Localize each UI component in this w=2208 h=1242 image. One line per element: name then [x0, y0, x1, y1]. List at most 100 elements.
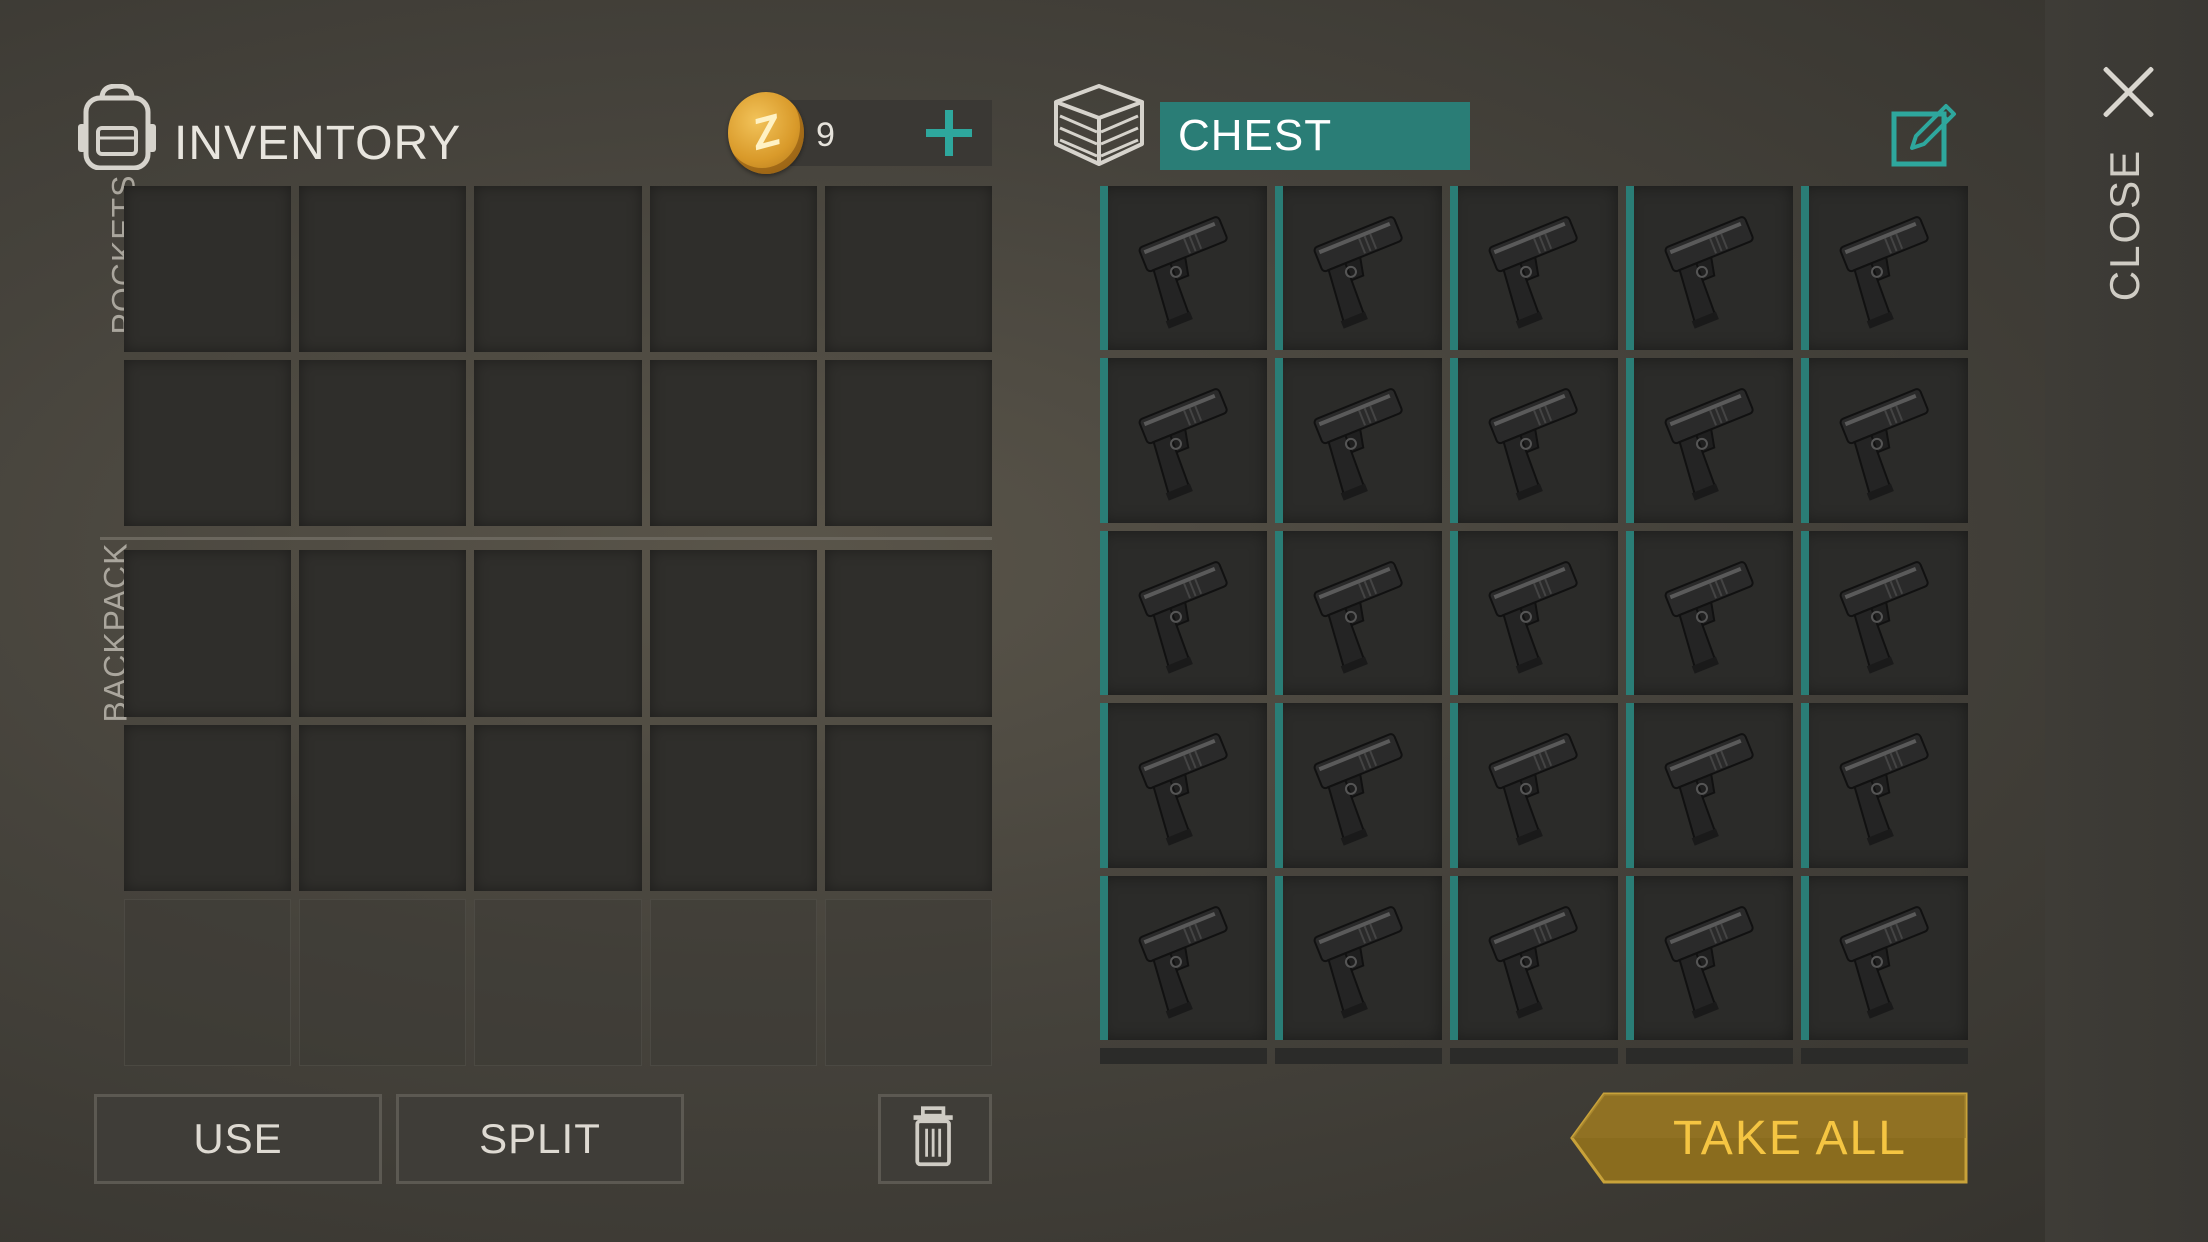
- pistol-icon: [1313, 905, 1403, 1019]
- pistol-icon: [1488, 905, 1579, 1019]
- backpack-slot[interactable]: [824, 550, 992, 717]
- chest-slot[interactable]: [1625, 530, 1793, 696]
- pistol-icon: [1138, 216, 1228, 329]
- backpack-slot-locked: [474, 899, 642, 1066]
- pocket-slot[interactable]: [124, 360, 292, 526]
- backpack-slot[interactable]: [649, 550, 817, 717]
- inventory-title: INVENTORY: [174, 117, 462, 170]
- backpack-slot[interactable]: [474, 550, 642, 717]
- chest-slot[interactable]: [1800, 875, 1968, 1041]
- section-divider: [100, 537, 992, 540]
- chest-slot[interactable]: [1625, 875, 1793, 1041]
- chest-slot[interactable]: [1100, 703, 1268, 869]
- backpack-slot[interactable]: [299, 550, 467, 717]
- pistol-icon: [1313, 216, 1403, 329]
- pistol-icon: [1488, 216, 1579, 329]
- pistol-icon: [1488, 560, 1579, 674]
- trash-icon: [913, 1106, 953, 1167]
- pocket-slot[interactable]: [649, 186, 817, 352]
- pistol-icon: [1839, 733, 1929, 846]
- chest-name-field[interactable]: CHEST: [1160, 102, 1470, 170]
- pocket-slot[interactable]: [824, 186, 992, 352]
- chest-slot[interactable]: [1275, 703, 1443, 869]
- pistol-icon: [1313, 388, 1403, 502]
- backpack-slot-locked: [649, 899, 817, 1066]
- backpack-slot[interactable]: [299, 724, 467, 892]
- chest-slot[interactable]: [1450, 186, 1618, 351]
- coin-icon: Z: [728, 92, 804, 174]
- chest-slot[interactable]: [1275, 358, 1443, 524]
- chest-slot[interactable]: [1450, 358, 1618, 524]
- pistol-icon: [1664, 733, 1754, 846]
- pocket-slot[interactable]: [124, 186, 292, 352]
- pistol-icon: [1839, 905, 1929, 1019]
- pocket-slot[interactable]: [474, 186, 642, 352]
- chest-slot[interactable]: [1800, 530, 1968, 696]
- chest-slot[interactable]: [1800, 703, 1968, 869]
- backpack-slot[interactable]: [649, 724, 817, 892]
- chest-grid-next-row: [1100, 1048, 1968, 1064]
- chest-slot[interactable]: [1450, 530, 1618, 696]
- chest-slot[interactable]: [1450, 703, 1618, 869]
- backpack-slot-locked: [124, 899, 292, 1066]
- coin-count: 9: [816, 116, 835, 154]
- chest-slot[interactable]: [1800, 186, 1968, 351]
- pistol-icon: [1313, 733, 1403, 846]
- add-coins-button[interactable]: [924, 108, 974, 158]
- chest-slot: [1275, 1048, 1443, 1064]
- crate-icon: [1054, 84, 1144, 166]
- chest-slot[interactable]: [1100, 875, 1268, 1041]
- use-button[interactable]: USE: [94, 1094, 382, 1184]
- pistol-icon: [1664, 905, 1754, 1019]
- take-all-button[interactable]: [1570, 1092, 1968, 1184]
- close-icon[interactable]: [2098, 62, 2158, 122]
- pistol-icon: [1664, 560, 1754, 674]
- backpack-slot-locked: [824, 899, 992, 1066]
- backpack-slot[interactable]: [474, 724, 642, 892]
- pistol-icon: [1138, 560, 1228, 674]
- chest-slot[interactable]: [1450, 875, 1618, 1041]
- split-button[interactable]: SPLIT: [396, 1094, 684, 1184]
- pistol-icon: [1138, 905, 1228, 1019]
- pocket-slot[interactable]: [824, 360, 992, 526]
- chest-slot: [1100, 1048, 1268, 1064]
- chest-slot: [1625, 1048, 1793, 1064]
- chest-slot[interactable]: [1625, 703, 1793, 869]
- chest-slot[interactable]: [1100, 186, 1268, 351]
- backpack-icon: [78, 84, 156, 170]
- chest-slot[interactable]: [1100, 358, 1268, 524]
- backpack-slot[interactable]: [124, 724, 292, 892]
- pistol-icon: [1488, 388, 1579, 502]
- pockets-grid: [124, 186, 992, 526]
- chest-slot: [1800, 1048, 1968, 1064]
- chest-slot[interactable]: [1625, 186, 1793, 351]
- pistol-icon: [1664, 388, 1754, 502]
- pistol-icon: [1138, 733, 1228, 846]
- chest-slot[interactable]: [1800, 358, 1968, 524]
- chest-slot[interactable]: [1275, 186, 1443, 351]
- pistol-icon: [1138, 388, 1228, 502]
- trash-button[interactable]: [878, 1094, 992, 1184]
- pocket-slot[interactable]: [474, 360, 642, 526]
- edit-icon[interactable]: [1890, 102, 1958, 170]
- pistol-icon: [1664, 216, 1754, 329]
- backpack-grid: [124, 550, 992, 1066]
- pistol-icon: [1313, 560, 1403, 674]
- chest-grid: [1100, 186, 1968, 1041]
- pistol-icon: [1488, 733, 1579, 846]
- pocket-slot[interactable]: [299, 186, 467, 352]
- backpack-slot[interactable]: [124, 550, 292, 717]
- chest-slot[interactable]: [1625, 358, 1793, 524]
- chest-slot[interactable]: [1275, 530, 1443, 696]
- coin-symbol: Z: [746, 105, 786, 160]
- chest-slot[interactable]: [1100, 530, 1268, 696]
- chest-title: CHEST: [1178, 111, 1333, 160]
- pocket-slot[interactable]: [299, 360, 467, 526]
- chest-slot: [1450, 1048, 1618, 1064]
- backpack-slot[interactable]: [824, 724, 992, 892]
- pocket-slot[interactable]: [649, 360, 817, 526]
- chest-slot[interactable]: [1275, 875, 1443, 1041]
- pistol-icon: [1839, 216, 1929, 329]
- close-label[interactable]: CLOSE: [2060, 149, 2190, 301]
- backpack-slot-locked: [299, 899, 467, 1066]
